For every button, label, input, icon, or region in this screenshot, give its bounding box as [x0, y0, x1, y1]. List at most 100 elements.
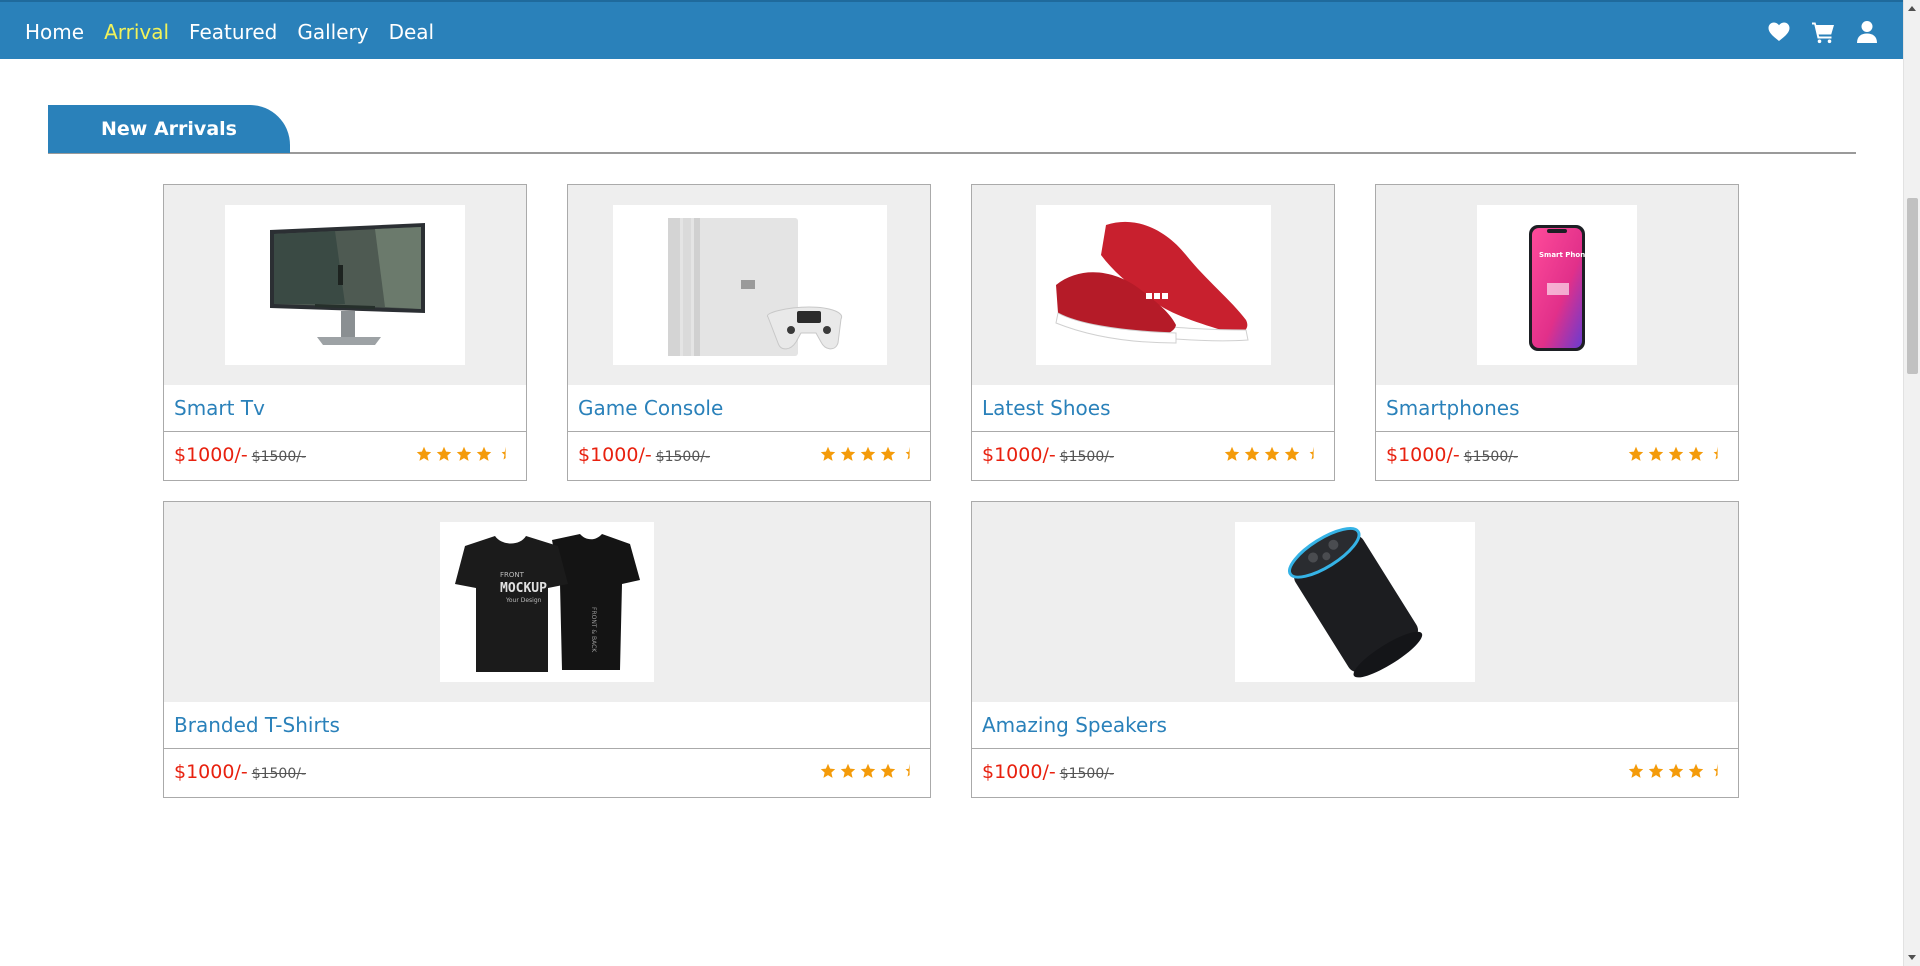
star-rating — [820, 763, 916, 779]
card-price-row: $1000/- $1500/- — [164, 432, 526, 480]
current-price: $1000/- — [982, 444, 1056, 466]
star-icon — [1628, 763, 1644, 778]
card-title-row: Branded T-Shirts — [164, 702, 930, 749]
star-icon — [1264, 446, 1280, 461]
product-image-area — [568, 185, 930, 385]
current-price: $1000/- — [1386, 444, 1460, 466]
product-card-smart-tv[interactable]: Smart Tv $1000/- $1500/- — [163, 184, 527, 481]
star-icon — [436, 446, 452, 461]
product-image-area: Smart Phone Mockup Psd — [1376, 185, 1738, 385]
section-header: New Arrivals — [48, 105, 1856, 154]
product-title[interactable]: Branded T-Shirts — [174, 713, 340, 737]
old-price: $1500/- — [1059, 766, 1115, 782]
star-rating — [1628, 446, 1724, 462]
cart-icon[interactable] — [1811, 20, 1835, 44]
tshirt-sub-text: Your Design — [505, 597, 542, 604]
current-price: $1000/- — [174, 444, 248, 466]
nav-deal[interactable]: Deal — [389, 19, 435, 45]
card-title-row: Latest Shoes — [972, 385, 1334, 432]
old-price: $1500/- — [251, 766, 307, 782]
star-half-icon — [905, 763, 910, 777]
product-image-area: FRONT MOCKUP Your Design FRONT & BACK — [164, 502, 930, 702]
product-card-smartphones[interactable]: Smart Phone Mockup Psd Smartphones $1000… — [1375, 184, 1739, 481]
star-rating — [820, 446, 916, 462]
product-price: $1000/- $1500/- — [982, 761, 1114, 783]
section-title: New Arrivals — [48, 105, 290, 153]
product-title[interactable]: Amazing Speakers — [982, 713, 1167, 737]
product-price: $1000/- $1500/- — [174, 444, 306, 466]
star-icon — [820, 446, 836, 461]
product-title[interactable]: Game Console — [578, 396, 723, 420]
star-icon — [860, 763, 876, 778]
card-price-row: $1000/- $1500/- — [164, 749, 930, 797]
current-price: $1000/- — [578, 444, 652, 466]
product-price: $1000/- $1500/- — [1386, 444, 1518, 466]
card-price-row: $1000/- $1500/- — [972, 432, 1334, 480]
star-icon — [1668, 446, 1684, 461]
product-price: $1000/- $1500/- — [174, 761, 306, 783]
star-rating — [1224, 446, 1320, 462]
card-price-row: $1000/- $1500/- — [1376, 432, 1738, 480]
scroll-up-icon[interactable] — [1908, 6, 1916, 11]
card-title-row: Game Console — [568, 385, 930, 432]
nav-home[interactable]: Home — [25, 19, 84, 45]
product-title[interactable]: Smart Tv — [174, 396, 265, 420]
nav-links: Home Arrival Featured Gallery Deal — [25, 19, 434, 45]
vertical-scrollbar[interactable] — [1903, 0, 1920, 966]
game-console-image[interactable] — [613, 205, 887, 365]
heart-icon[interactable] — [1767, 20, 1791, 44]
star-icon — [820, 763, 836, 778]
product-price: $1000/- $1500/- — [982, 444, 1114, 466]
t-shirts-image[interactable]: FRONT MOCKUP Your Design FRONT & BACK — [440, 522, 654, 682]
product-image-area — [972, 502, 1738, 702]
star-icon — [840, 763, 856, 778]
smartphone-image[interactable]: Smart Phone Mockup Psd — [1477, 205, 1637, 365]
product-image-area — [164, 185, 526, 385]
nav-icons — [1767, 20, 1879, 44]
product-price: $1000/- $1500/- — [578, 444, 710, 466]
sneakers-image[interactable] — [1036, 205, 1271, 365]
current-price: $1000/- — [174, 761, 248, 783]
old-price: $1500/- — [1463, 449, 1519, 465]
star-rating — [416, 446, 512, 462]
star-icon — [1224, 446, 1240, 461]
nav-arrival[interactable]: Arrival — [104, 19, 169, 45]
old-price: $1500/- — [655, 449, 711, 465]
monitor-image[interactable] — [225, 205, 465, 365]
old-price: $1500/- — [251, 449, 307, 465]
star-icon — [1648, 446, 1664, 461]
star-half-icon — [1309, 446, 1314, 460]
nav-featured[interactable]: Featured — [189, 19, 277, 45]
star-icon — [1668, 763, 1684, 778]
star-icon — [476, 446, 492, 461]
current-price: $1000/- — [982, 761, 1056, 783]
star-icon — [1628, 446, 1644, 461]
star-icon — [880, 763, 896, 778]
top-navbar: Home Arrival Featured Gallery Deal — [0, 0, 1903, 59]
phone-screen-text: Smart Phone Mockup Psd — [1539, 251, 1637, 259]
star-icon — [1688, 446, 1704, 461]
product-title[interactable]: Smartphones — [1386, 396, 1520, 420]
scroll-thumb[interactable] — [1907, 198, 1918, 374]
product-card-branded-t-shirts[interactable]: FRONT MOCKUP Your Design FRONT & BACK Br… — [163, 501, 931, 798]
old-price: $1500/- — [1059, 449, 1115, 465]
star-icon — [860, 446, 876, 461]
card-price-row: $1000/- $1500/- — [568, 432, 930, 480]
star-rating — [1628, 763, 1724, 779]
speaker-image[interactable] — [1235, 522, 1475, 682]
product-image-area — [972, 185, 1334, 385]
star-icon — [456, 446, 472, 461]
star-icon — [840, 446, 856, 461]
tshirt-small-text: FRONT — [500, 571, 525, 579]
scroll-down-icon[interactable] — [1908, 955, 1916, 960]
user-icon[interactable] — [1855, 20, 1879, 44]
product-card-game-console[interactable]: Game Console $1000/- $1500/- — [567, 184, 931, 481]
star-half-icon — [501, 446, 506, 460]
product-card-amazing-speakers[interactable]: Amazing Speakers $1000/- $1500/- — [971, 501, 1739, 798]
nav-gallery[interactable]: Gallery — [297, 19, 368, 45]
product-title[interactable]: Latest Shoes — [982, 396, 1111, 420]
tshirt-main-text: MOCKUP — [500, 581, 547, 596]
star-icon — [416, 446, 432, 461]
star-icon — [880, 446, 896, 461]
product-card-latest-shoes[interactable]: Latest Shoes $1000/- $1500/- — [971, 184, 1335, 481]
